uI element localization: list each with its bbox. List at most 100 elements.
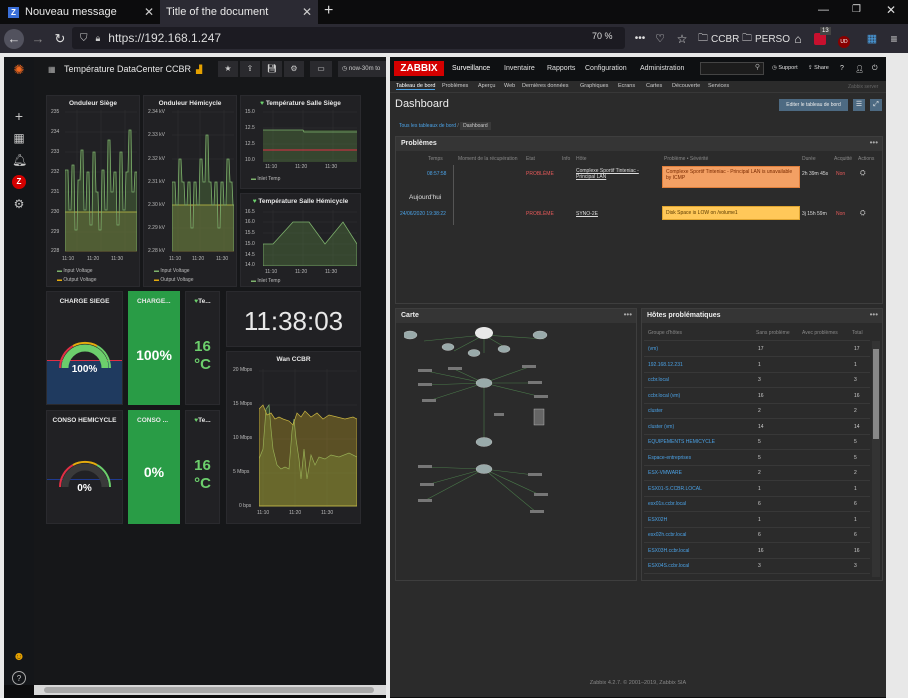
bookmark-star-icon[interactable]: ☆ [672, 29, 692, 49]
avatar[interactable]: ☻ [12, 649, 26, 663]
host-group-link[interactable]: ESX02H [648, 517, 667, 523]
widget-menu-icon[interactable]: ••• [870, 310, 878, 319]
pocket-icon[interactable]: ♡ [650, 29, 670, 49]
bookmark-perso[interactable]: 🗀 PERSO [742, 31, 790, 48]
submenu-dernieres-donnees[interactable]: Dernières données [522, 83, 568, 89]
col-header[interactable]: Groupe d'hôtes [648, 330, 682, 336]
bell-icon[interactable]: 🔔︎ [12, 153, 27, 167]
panel-charge-stat[interactable]: CHARGE... 100% [128, 291, 180, 405]
panel-onduleur-siege[interactable]: Onduleur Siège 235 234 233 232 231 230 2… [46, 95, 140, 287]
vertical-scrollbar[interactable] [872, 341, 880, 577]
search-icon[interactable]: ⚲ [755, 63, 760, 71]
menu-inventaire[interactable]: Inventaire [504, 65, 535, 72]
zoom-level[interactable]: 70 % [592, 31, 613, 41]
scrollbar-thumb[interactable] [44, 687, 374, 693]
zabbix-plugin-icon[interactable]: Z [12, 175, 26, 189]
host-group-link[interactable]: esx02h.ccbr.local [648, 532, 686, 538]
save-button[interactable]: 💾︎ [262, 61, 282, 77]
share-button[interactable]: ⇪ [240, 61, 260, 77]
logout-icon[interactable]: ⏻ [872, 65, 878, 73]
panel-clock[interactable]: 11:38:03 [226, 291, 361, 347]
legend-item[interactable]: ▬ Inlet Temp [251, 176, 280, 182]
dashboard-title[interactable]: Température DataCenter CCBR [64, 64, 191, 74]
col-header[interactable]: Temps [428, 156, 443, 162]
menu-surveillance[interactable]: Surveillance [452, 65, 490, 72]
submenu-apercu[interactable]: Aperçu [478, 83, 495, 89]
panel-conso-hemicycle[interactable]: CONSO HEMICYCLE 0% [46, 410, 123, 524]
problem-ack[interactable]: Non [836, 171, 845, 177]
actions-icon[interactable]: ⛭ [860, 210, 866, 218]
widget-menu-icon[interactable]: ••• [870, 138, 878, 147]
plus-icon[interactable]: + [12, 109, 26, 123]
reload-button[interactable]: ↻ [50, 29, 70, 49]
host-group-link[interactable]: cluster [648, 408, 663, 414]
help-icon[interactable]: ? [12, 671, 26, 685]
extensions-icon[interactable]: ▦ [862, 29, 882, 49]
panel-conso-stat[interactable]: CONSO ... 0% [128, 410, 180, 524]
network-map[interactable] [404, 327, 630, 577]
bars-icon[interactable]: ▟ [196, 65, 202, 74]
host-group-link[interactable]: ESX04S.ccbr.local [648, 563, 689, 569]
host-group-link[interactable]: Espace-entreprises [648, 455, 691, 461]
submenu-ecrans[interactable]: Ecrans [618, 83, 635, 89]
legend-item[interactable]: ▬ Inlet Temp [251, 278, 280, 284]
problem-description[interactable]: Disk Space is LOW on /volume1 [662, 206, 800, 220]
host-group-link[interactable]: ccbr.local [648, 377, 669, 383]
host-group-link[interactable]: ESX-VMWARE [648, 470, 682, 476]
panel-wan-ccbr[interactable]: Wan CCBR 20 Mbps 15 Mbps 10 Mbps 5 Mbps … [226, 351, 361, 524]
host-group-link[interactable]: 192.168.12.231 [648, 362, 683, 368]
ublock-icon[interactable]: UD [834, 29, 854, 49]
share-link[interactable]: ⇪ Share [808, 65, 829, 71]
help-link[interactable]: ? [840, 65, 844, 72]
restore-button[interactable]: ❐ [852, 4, 861, 15]
apps-icon[interactable]: ▦ [48, 65, 56, 74]
horizontal-scrollbar[interactable] [34, 685, 386, 695]
host-group-link[interactable]: (vm) [648, 346, 658, 352]
panel-temp-salle-siege[interactable]: ♥ Température Salle Siège 15.0 12.5 12.5… [240, 95, 361, 189]
problem-time[interactable]: 24/06/2020 19:38:22 [400, 211, 446, 217]
menu-configuration[interactable]: Configuration [585, 65, 627, 72]
submenu-graphiques[interactable]: Graphiques [580, 83, 608, 89]
grafana-logo-icon[interactable]: ✺ [12, 63, 26, 77]
support-link[interactable]: ◷ Support [772, 65, 798, 71]
submenu-decouverte[interactable]: Découverte [672, 83, 700, 89]
problem-host[interactable]: Complexe Sportif Tinteniac - Principal L… [576, 168, 648, 180]
submenu-services[interactable]: Services [708, 83, 729, 89]
host-group-link[interactable]: esx01s.ccbr.local [648, 501, 686, 507]
tab-title-document[interactable]: Title of the document ✕ [160, 0, 318, 24]
tab-nouveau-message[interactable]: Z Nouveau message ✕ [0, 0, 160, 24]
url-bar[interactable]: ⛉ 🔒︎ https://192.168.1.247 70 % [72, 27, 625, 49]
host-group-link[interactable]: EQUIPEMENTS HEMICYCLE [648, 439, 715, 445]
panel-onduleur-hemicycle[interactable]: Onduleur Hémicycle 2.34 kV 2.33 kV 2.32 … [143, 95, 237, 287]
host-group-link[interactable]: ccbr.local (vm) [648, 393, 680, 399]
dashboards-icon[interactable]: ▦ [12, 131, 26, 145]
gear-icon[interactable]: ⚙ [12, 197, 26, 211]
menu-administration[interactable]: Administration [640, 65, 684, 72]
submenu-tableau-de-bord[interactable]: Tableau de bord [396, 83, 436, 90]
breadcrumb-all[interactable]: Tous les tableaux de bord [399, 123, 456, 129]
legend-item[interactable]: ▬ Output Voltage [57, 277, 96, 283]
back-button[interactable]: ← [4, 29, 24, 49]
minimize-button[interactable]: — [818, 4, 829, 16]
new-tab-button[interactable]: + [324, 2, 333, 20]
problem-host[interactable]: SYNO-2E [576, 211, 598, 217]
host-group-link[interactable]: ESX01-S.CCBR.LOCAL [648, 486, 702, 492]
edit-dashboard-button[interactable]: Editer le tableau de bord [779, 99, 848, 111]
settings-button[interactable]: ⚙ [284, 61, 304, 77]
bookmark-ccbr[interactable]: 🗀 CCBR [698, 31, 739, 48]
submenu-web[interactable]: Web [504, 83, 515, 89]
close-icon[interactable]: ✕ [144, 5, 154, 19]
submenu-problemes[interactable]: Problèmes [442, 83, 468, 89]
time-picker[interactable]: ◷ now-30m to [338, 61, 386, 77]
problem-ack[interactable]: Non [836, 211, 845, 217]
panel-temp-salle-hemicycle[interactable]: ♥ Température Salle Hémicycle 16.5 16.0 … [240, 193, 361, 287]
extension-shield-icon[interactable]: 13 [810, 27, 831, 49]
legend-item[interactable]: ▬ Input Voltage [154, 268, 190, 274]
actions-icon[interactable]: ⛭ [860, 170, 866, 178]
submenu-cartes[interactable]: Cartes [646, 83, 662, 89]
menu-icon[interactable]: ≡ [884, 29, 904, 49]
zabbix-logo[interactable]: ZABBIX [394, 61, 444, 76]
host-group-link[interactable]: cluster (vm) [648, 424, 674, 430]
user-icon[interactable]: 👤︎ [855, 65, 864, 73]
panel-temp-stat-1[interactable]: ♥Te... 16 °C [185, 291, 220, 405]
